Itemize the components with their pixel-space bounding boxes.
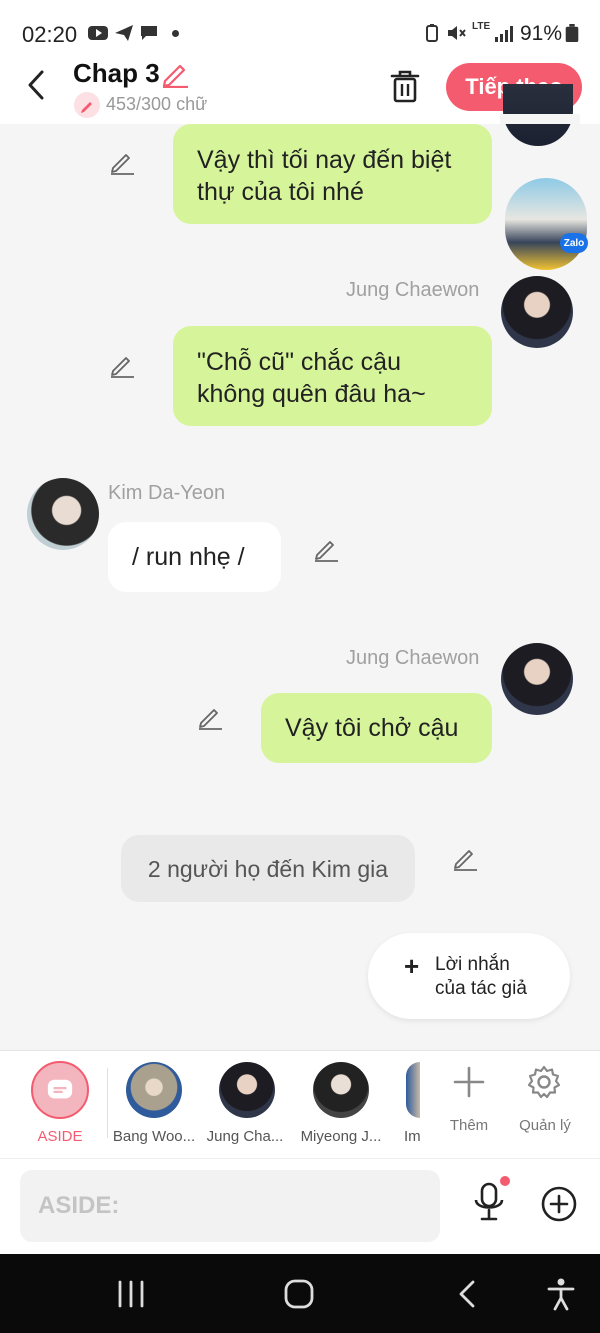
avatar-kim-da-yeon <box>27 478 99 550</box>
character-avatar[interactable] <box>126 1062 182 1118</box>
message-input-placeholder: ASIDE: <box>38 1192 120 1219</box>
edit-message-icon[interactable] <box>108 148 136 176</box>
plus-icon: + <box>404 951 420 981</box>
add-character-label[interactable]: Thêm <box>440 1117 498 1134</box>
word-count-pencil-icon <box>74 92 100 118</box>
speaker-name: Kim Da-Yeon <box>108 482 226 504</box>
mute-icon <box>448 26 466 40</box>
speaker-name: Jung Chaewon <box>346 279 480 301</box>
battery-saver-icon <box>426 24 438 42</box>
character-label: Jung Cha... <box>206 1128 284 1145</box>
youtube-icon <box>88 26 108 40</box>
signal-icon <box>495 26 513 42</box>
aside-bubble[interactable]: 2 người họ đến Kim gia <box>121 835 415 902</box>
add-circle-icon[interactable] <box>540 1185 578 1223</box>
character-avatar[interactable] <box>313 1062 369 1118</box>
character-label: Im <box>404 1128 421 1145</box>
character-avatar[interactable] <box>219 1062 275 1118</box>
edit-message-icon[interactable] <box>451 844 479 872</box>
nav-back-icon[interactable] <box>455 1279 479 1309</box>
word-count: 453/300 chữ <box>106 94 208 114</box>
zalo-badge: Zalo <box>560 233 588 253</box>
character-label: Bang Woo... <box>112 1128 196 1145</box>
character-label: ASIDE <box>37 1128 83 1145</box>
speaker-name: Jung Chaewon <box>346 647 480 669</box>
avatar-mask <box>500 114 580 124</box>
send-icon <box>115 25 133 41</box>
avatar-jung-chaewon <box>501 643 573 715</box>
edit-message-icon[interactable] <box>312 535 340 563</box>
author-note-line1: Lời nhắn <box>435 954 510 975</box>
network-type: LTE <box>472 21 491 32</box>
trash-button[interactable] <box>386 68 424 104</box>
character-avatar[interactable] <box>406 1062 420 1118</box>
status-time: 02:20 <box>22 22 78 47</box>
chapter-title: Chap 3 <box>73 58 160 88</box>
edit-message-icon[interactable] <box>196 703 224 731</box>
avatar-zalo-user <box>505 178 587 270</box>
settings-gear-icon[interactable] <box>526 1064 562 1100</box>
avatar-jung-chaewon <box>501 276 573 348</box>
message-bubble[interactable]: Vậy thì tối nay đến biệt thự của tôi nhé <box>173 124 492 224</box>
add-character-icon[interactable] <box>451 1064 487 1100</box>
recording-dot <box>500 1176 510 1186</box>
home-icon[interactable] <box>283 1278 315 1310</box>
author-note-label: Lời nhắn của tác giả <box>435 953 527 1001</box>
edit-title-icon[interactable] <box>160 60 190 88</box>
recent-apps-icon[interactable] <box>115 1280 147 1308</box>
battery-percentage: 91% <box>520 22 563 45</box>
manage-label[interactable]: Quản lý <box>510 1117 580 1134</box>
edit-message-icon[interactable] <box>108 351 136 379</box>
accessibility-icon[interactable] <box>545 1277 577 1311</box>
back-button[interactable] <box>20 68 54 102</box>
message-bubble[interactable]: "Chỗ cũ" chắc cậu không quên đâu ha~ <box>173 326 492 426</box>
message-bubble[interactable]: / run nhẹ / <box>108 522 281 592</box>
character-label: Miyeong J... <box>300 1128 382 1145</box>
microphone-icon[interactable] <box>470 1180 508 1224</box>
author-note-line2: của tác giả <box>435 978 527 999</box>
battery-icon <box>565 24 579 42</box>
message-icon <box>141 26 157 40</box>
notification-dot <box>172 30 179 37</box>
message-bubble[interactable]: Vậy tôi chở cậu <box>261 693 492 763</box>
character-aside[interactable] <box>31 1061 89 1119</box>
chat-bubble-icon <box>47 1079 73 1099</box>
